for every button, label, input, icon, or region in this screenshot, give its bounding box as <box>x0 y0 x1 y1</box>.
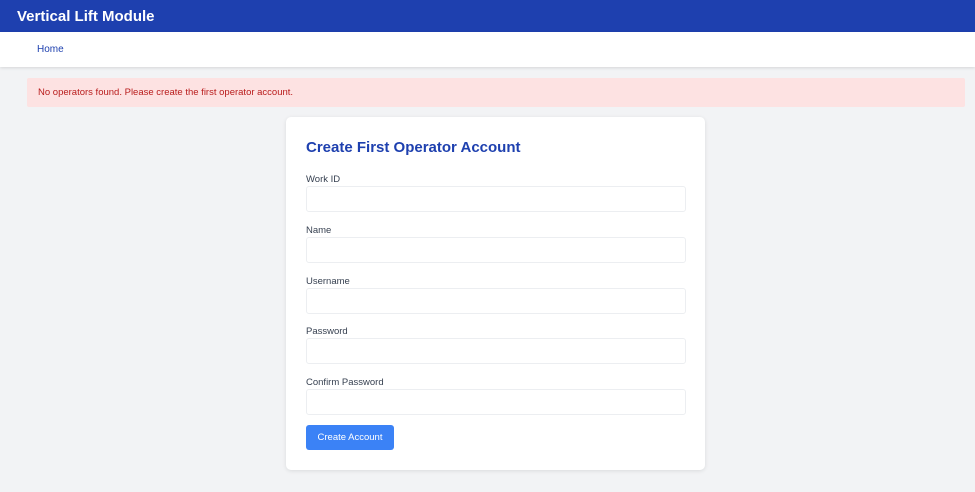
name-label: Name <box>306 225 332 236</box>
alert-message: No operators found. Please create the fi… <box>38 87 294 98</box>
nav-bar: Home <box>0 32 975 67</box>
nav-link-home[interactable]: Home <box>37 44 64 55</box>
app-title: Vertical Lift Module <box>17 7 155 25</box>
top-bar: Vertical Lift Module <box>0 0 975 32</box>
work-id-input[interactable] <box>306 186 686 212</box>
form-title: Create First Operator Account <box>306 139 521 156</box>
error-alert: No operators found. Please create the fi… <box>27 78 965 107</box>
username-input[interactable] <box>306 288 686 314</box>
username-label: Username <box>306 276 350 287</box>
confirm-password-label: Confirm Password <box>306 377 384 388</box>
password-input[interactable] <box>306 338 686 364</box>
name-input[interactable] <box>306 237 686 263</box>
password-label: Password <box>306 326 348 337</box>
create-account-button[interactable]: Create Account <box>306 425 394 450</box>
confirm-password-input[interactable] <box>306 389 686 415</box>
work-id-label: Work ID <box>306 174 341 185</box>
create-operator-form: Create First Operator Account Work ID Na… <box>286 117 705 470</box>
